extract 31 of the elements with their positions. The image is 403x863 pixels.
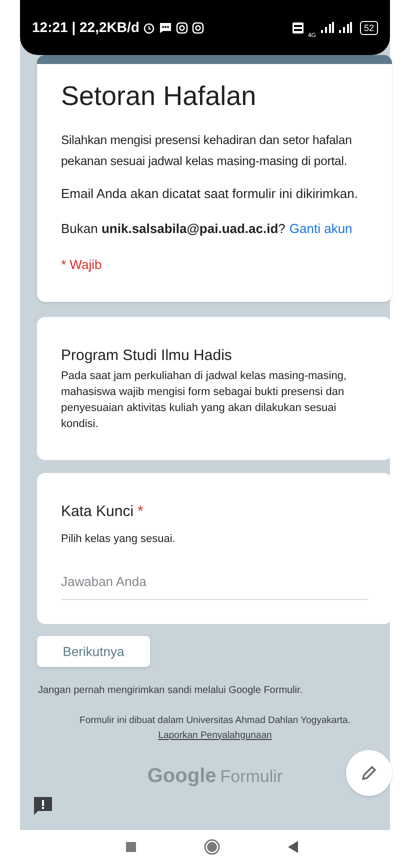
home-icon[interactable] bbox=[204, 838, 220, 854]
next-button[interactable]: Berikutnya bbox=[37, 636, 150, 668]
recents-icon[interactable] bbox=[126, 842, 136, 852]
alarm-icon bbox=[143, 22, 156, 34]
signal-icon bbox=[320, 22, 334, 33]
feedback-icon[interactable] bbox=[33, 796, 53, 816]
answer-field[interactable]: Jawaban Anda bbox=[61, 572, 368, 600]
section-title: Program Studi Ilmu Hadis bbox=[61, 346, 233, 366]
pencil-icon bbox=[360, 764, 378, 782]
password-warning: Jangan pernah mengirimkan sandi melalui Google Formulir. bbox=[38, 684, 304, 698]
signal-icon bbox=[338, 22, 352, 33]
report-abuse-link[interactable]: Laporkan Penyalahgunaan bbox=[158, 728, 272, 743]
footer-text: Formulir ini dibuat dalam Universitas Ahmad Dahlan Yogyakarta. bbox=[80, 714, 350, 728]
required-mark: * bbox=[138, 502, 144, 522]
status-time: 12:21 | 22,2KB/d bbox=[32, 18, 140, 38]
message-icon bbox=[159, 22, 172, 34]
email-notice: Email Anda akan dicatat saat formulir ini dikirimkan. bbox=[61, 184, 359, 203]
required-note: * Wajib bbox=[61, 256, 103, 274]
edit-button[interactable] bbox=[346, 750, 392, 796]
section-description: Pada saat jam perkuliahan di jadwal kelas masing-masing, mahasiswa wajib mengisi form sebagai bukti presensi dan penyesuaian aktivitas kuliah yang akan dilakukan sesuai kondisi. bbox=[61, 368, 348, 432]
switch-account-link[interactable]: Ganti akun bbox=[289, 219, 352, 239]
question-help: Pilih kelas yang sesuai. bbox=[61, 532, 176, 548]
battery-indicator: 52 bbox=[360, 20, 378, 34]
form-title: Setoran Hafalan bbox=[61, 80, 258, 113]
question-title: Kata Kunci bbox=[61, 502, 134, 522]
form-description: Silahkan mengisi presensi kehadiran dan setor hafalan pekanan sesuai jadwal kelas masing-masing di portal. bbox=[61, 132, 353, 170]
camera-app-icon bbox=[176, 22, 188, 34]
camera-app-icon bbox=[192, 22, 204, 34]
back-icon[interactable] bbox=[288, 840, 298, 852]
account-notice: Bukan unik.salsabila@pai.uad.ac.id? bbox=[61, 220, 286, 238]
google-forms-logo: Google Formulir bbox=[147, 764, 283, 789]
